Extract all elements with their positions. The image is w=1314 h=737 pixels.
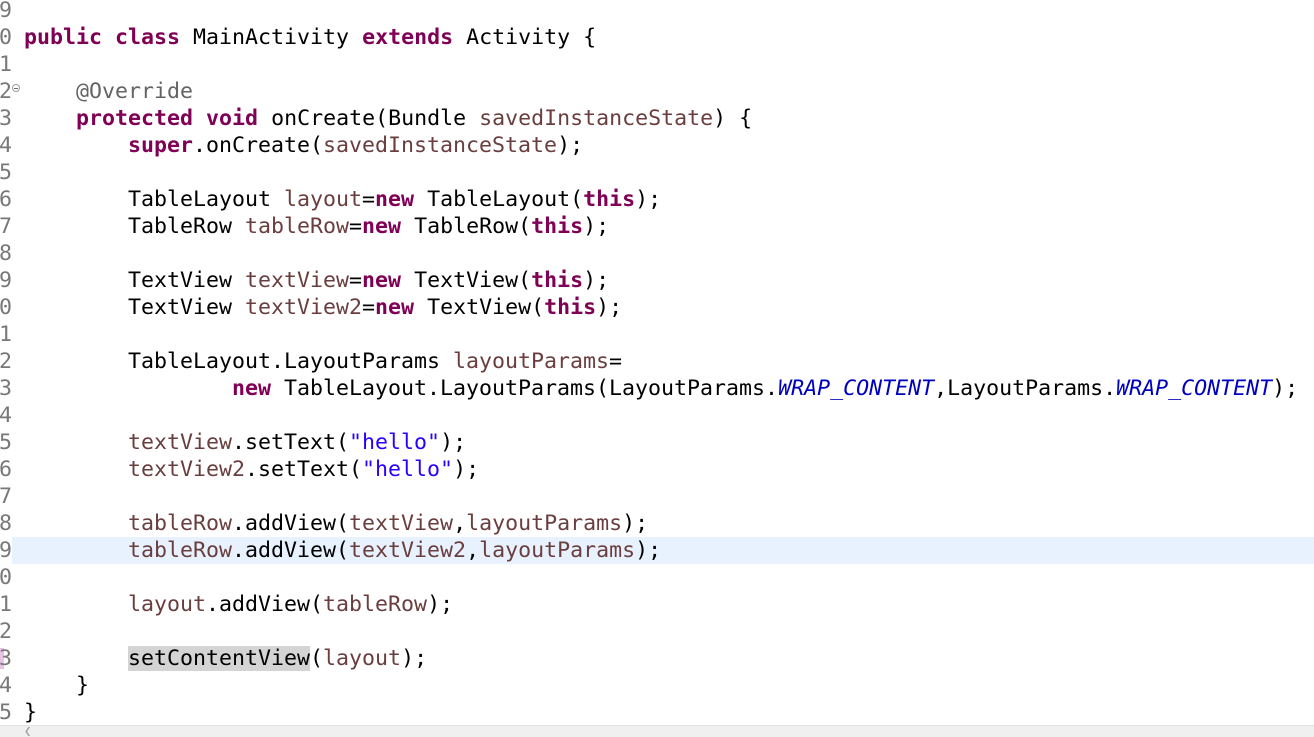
line-number: 8 — [0, 241, 12, 266]
code-text[interactable]: } — [24, 672, 89, 699]
scroll-left-arrow-icon[interactable]: ❮ — [24, 728, 32, 737]
code-line[interactable]: 0 TextView textView2=new TextView(this); — [0, 294, 1314, 321]
code-line[interactable]: 6 textView2.setText("hello"); — [0, 456, 1314, 483]
line-number: 0 — [0, 295, 12, 320]
code-text[interactable]: TableLayout.LayoutParams layoutParams= — [24, 348, 622, 375]
code-line[interactable]: 3 new TableLayout.LayoutParams(LayoutPar… — [0, 375, 1314, 402]
code-line[interactable]: 8 tableRow.addView(textView,layoutParams… — [0, 510, 1314, 537]
line-number: 9 — [0, 537, 12, 564]
code-line[interactable]: 1 — [0, 51, 1314, 78]
line-number: 9 — [0, 268, 12, 293]
line-number: 5 — [0, 430, 12, 455]
horizontal-scrollbar[interactable]: ❮ — [0, 725, 1314, 737]
current-code-line[interactable]: 9 tableRow.addView(textView2,layoutParam… — [0, 537, 1314, 564]
code-line[interactable]: 2 @Override — [0, 78, 1314, 105]
code-line[interactable]: 3 setContentView(layout); — [0, 645, 1314, 672]
code-text[interactable]: TableLayout layout=new TableLayout(this)… — [24, 186, 661, 213]
code-editor[interactable]: 9 0 public class MainActivity extends Ac… — [0, 0, 1314, 725]
line-number: 4 — [0, 133, 12, 158]
code-text[interactable]: } — [24, 699, 37, 725]
code-line[interactable]: 4 — [0, 402, 1314, 429]
code-line[interactable]: 5 — [0, 159, 1314, 186]
code-line[interactable]: 4 super.onCreate(savedInstanceState); — [0, 132, 1314, 159]
code-text[interactable]: textView.setText("hello"); — [24, 429, 466, 456]
code-line[interactable]: 3 protected void onCreate(Bundle savedIn… — [0, 105, 1314, 132]
code-line[interactable]: 1 — [0, 321, 1314, 348]
code-text[interactable]: @Override — [24, 78, 193, 105]
code-text[interactable]: layout.addView(tableRow); — [24, 591, 453, 618]
collapse-circle-icon[interactable] — [12, 84, 20, 92]
code-text[interactable]: TableRow tableRow=new TableRow(this); — [24, 213, 609, 240]
code-text[interactable]: tableRow.addView(textView2,layoutParams)… — [24, 537, 661, 564]
line-number: 8 — [0, 511, 12, 536]
code-line[interactable]: 7 TableRow tableRow=new TableRow(this); — [0, 213, 1314, 240]
code-text[interactable]: TextView textView=new TextView(this); — [24, 267, 609, 294]
line-number: 1 — [0, 592, 12, 617]
code-text[interactable]: protected void onCreate(Bundle savedInst… — [24, 105, 752, 132]
code-line[interactable]: 2 — [0, 618, 1314, 645]
code-line[interactable]: 9 — [0, 0, 1314, 24]
code-line[interactable]: 5 textView.setText("hello"); — [0, 429, 1314, 456]
line-number: 9 — [0, 0, 12, 23]
line-number: 7 — [0, 484, 12, 509]
code-line[interactable]: 5 } — [0, 699, 1314, 725]
code-text[interactable]: tableRow.addView(textView,layoutParams); — [24, 510, 648, 537]
line-number: 0 — [0, 565, 12, 590]
code-line[interactable]: 7 — [0, 483, 1314, 510]
code-line[interactable]: 6 TableLayout layout=new TableLayout(thi… — [0, 186, 1314, 213]
line-number: 3 — [0, 376, 12, 401]
code-line[interactable]: 4 } — [0, 672, 1314, 699]
code-line[interactable]: 2 TableLayout.LayoutParams layoutParams= — [0, 348, 1314, 375]
line-number: 2 — [0, 79, 12, 104]
code-text[interactable]: new TableLayout.LayoutParams(LayoutParam… — [24, 375, 1298, 402]
line-number: 4 — [0, 403, 12, 428]
code-text[interactable]: textView2.setText("hello"); — [24, 456, 479, 483]
line-number: 0 — [0, 25, 12, 50]
line-number: 4 — [0, 673, 12, 698]
code-line[interactable]: 1 layout.addView(tableRow); — [0, 591, 1314, 618]
line-number: 1 — [0, 322, 12, 347]
code-text[interactable]: public class MainActivity extends Activi… — [24, 24, 596, 51]
code-text[interactable]: TextView textView2=new TextView(this); — [24, 294, 622, 321]
code-text[interactable]: super.onCreate(savedInstanceState); — [24, 132, 583, 159]
line-number: 5 — [0, 700, 12, 725]
line-number: 6 — [0, 187, 12, 212]
line-number: 1 — [0, 52, 12, 77]
line-number: 2 — [0, 619, 12, 644]
code-line[interactable]: 9 TextView textView=new TextView(this); — [0, 267, 1314, 294]
line-number: 5 — [0, 160, 12, 185]
code-line[interactable]: 0 — [0, 564, 1314, 591]
line-number: 7 — [0, 214, 12, 239]
code-line[interactable]: 0 public class MainActivity extends Acti… — [0, 24, 1314, 51]
line-number: 2 — [0, 349, 12, 374]
code-line[interactable]: 8 — [0, 240, 1314, 267]
line-number: 6 — [0, 457, 12, 482]
code-text[interactable]: setContentView(layout); — [24, 645, 427, 672]
line-number: 3 — [0, 106, 12, 131]
line-number: 3 — [0, 646, 12, 671]
